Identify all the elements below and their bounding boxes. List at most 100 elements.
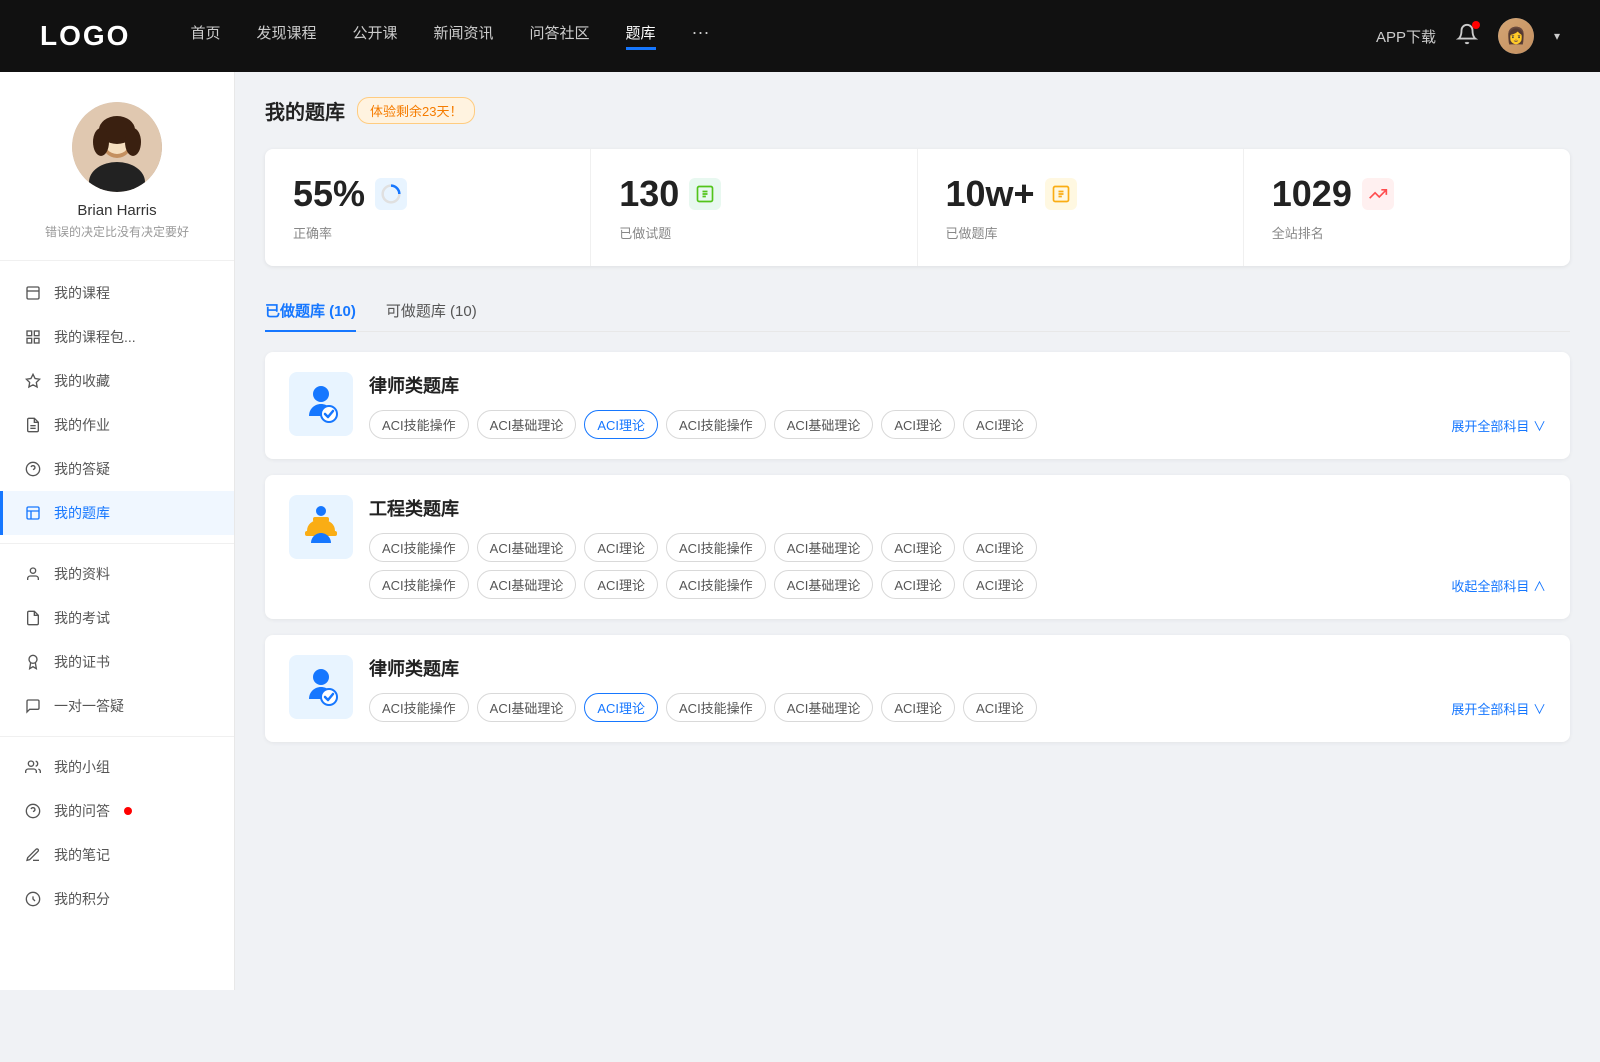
page-title: 我的题库	[265, 96, 345, 125]
stat-done-questions-icon	[689, 178, 721, 210]
qbank-icon	[24, 504, 42, 522]
sidebar-item-my-notes[interactable]: 我的笔记	[0, 833, 234, 877]
my-questions-icon	[24, 802, 42, 820]
certificate-icon	[24, 653, 42, 671]
nav-home[interactable]: 首页	[190, 22, 220, 50]
stat-rank-value: 1029	[1272, 173, 1352, 215]
page-header: 我的题库 体验剩余23天！	[265, 96, 1570, 125]
stat-accuracy-icon	[375, 178, 407, 210]
qbank-info-engineer: 工程类题库 ACI技能操作 ACI基础理论 ACI理论 ACI技能操作 ACI基…	[369, 495, 1546, 599]
favorites-icon	[24, 372, 42, 390]
sidebar-item-my-points[interactable]: 我的积分	[0, 877, 234, 921]
stat-rank-label: 全站排名	[1272, 223, 1542, 242]
sidebar-item-my-questions[interactable]: 我的问答	[0, 789, 234, 833]
tag[interactable]: ACI基础理论	[774, 533, 874, 562]
tab-done[interactable]: 已做题库 (10)	[265, 290, 356, 331]
my-notes-icon	[24, 846, 42, 864]
qbank-engineer-icon	[289, 495, 353, 559]
notification-bell[interactable]	[1456, 23, 1478, 50]
sidebar-item-1v1-qa[interactable]: 一对一答疑	[0, 684, 234, 728]
nav-news[interactable]: 新闻资讯	[434, 22, 494, 50]
tag[interactable]: ACI技能操作	[666, 570, 766, 599]
tag[interactable]: ACI基础理论	[774, 693, 874, 722]
qbank-card-lawyer-1: 律师类题库 ACI技能操作 ACI基础理论 ACI理论 ACI技能操作 ACI基…	[265, 352, 1570, 459]
header-right: APP下载 👩 ▾	[1376, 18, 1560, 54]
main-nav: 首页 发现课程 公开课 新闻资讯 问答社区 题库 ···	[190, 22, 1376, 50]
sidebar-item-my-exam[interactable]: 我的考试	[0, 596, 234, 640]
tag[interactable]: ACI基础理论	[477, 410, 577, 439]
tag[interactable]: ACI理论	[881, 410, 955, 439]
my-qa-icon	[24, 460, 42, 478]
profile-motto: 错误的决定比没有决定要好	[20, 223, 214, 240]
qbank-title-lawyer-1: 律师类题库	[369, 372, 1546, 398]
course-package-icon	[24, 328, 42, 346]
stat-done-banks-icon	[1045, 178, 1077, 210]
tag[interactable]: ACI基础理论	[774, 410, 874, 439]
tag[interactable]: ACI技能操作	[369, 693, 469, 722]
profile-avatar[interactable]	[72, 102, 162, 192]
tag[interactable]: ACI技能操作	[369, 410, 469, 439]
tags-lawyer-2: ACI技能操作 ACI基础理论 ACI理论 ACI技能操作 ACI基础理论 AC…	[369, 693, 1451, 722]
tag[interactable]: ACI技能操作	[666, 693, 766, 722]
trial-badge: 体验剩余23天！	[357, 97, 475, 124]
sidebar-item-favorites[interactable]: 我的收藏	[0, 359, 234, 403]
sidebar-item-my-profile[interactable]: 我的资料	[0, 552, 234, 596]
tag[interactable]: ACI技能操作	[369, 533, 469, 562]
tag[interactable]: ACI技能操作	[666, 410, 766, 439]
sidebar-item-my-group[interactable]: 我的小组	[0, 745, 234, 789]
my-points-icon	[24, 890, 42, 908]
tag[interactable]: ACI理论	[963, 533, 1037, 562]
expand-btn-lawyer-2[interactable]: 展开全部科目 ∨	[1451, 695, 1546, 722]
tab-available[interactable]: 可做题库 (10)	[386, 290, 477, 331]
stats-panel: 55% 正确率 130	[265, 149, 1570, 266]
qbank-card-lawyer-2: 律师类题库 ACI技能操作 ACI基础理论 ACI理论 ACI技能操作 ACI基…	[265, 635, 1570, 742]
qbank-card-engineer: 工程类题库 ACI技能操作 ACI基础理论 ACI理论 ACI技能操作 ACI基…	[265, 475, 1570, 619]
sidebar-item-course-package[interactable]: 我的课程包...	[0, 315, 234, 359]
logo: LOGO	[40, 20, 130, 52]
tag[interactable]: ACI理论	[963, 410, 1037, 439]
main-layout: Brian Harris 错误的决定比没有决定要好 我的课程 我的课程包...	[0, 72, 1600, 990]
tag[interactable]: ACI理论	[584, 533, 658, 562]
sidebar-item-my-qa[interactable]: 我的答疑	[0, 447, 234, 491]
user-avatar[interactable]: 👩	[1498, 18, 1534, 54]
user-menu-chevron[interactable]: ▾	[1554, 29, 1560, 43]
tag[interactable]: ACI技能操作	[369, 570, 469, 599]
stat-rank: 1029 全站排名	[1244, 149, 1570, 266]
qbank-info-lawyer-2: 律师类题库 ACI技能操作 ACI基础理论 ACI理论 ACI技能操作 ACI基…	[369, 655, 1546, 722]
nav-more[interactable]: ···	[692, 22, 710, 50]
expand-btn-lawyer-1[interactable]: 展开全部科目 ∨	[1451, 412, 1546, 439]
nav-open-course[interactable]: 公开课	[352, 22, 397, 50]
homework-icon	[24, 416, 42, 434]
app-download-btn[interactable]: APP下载	[1376, 26, 1436, 47]
tag[interactable]: ACI理论	[963, 693, 1037, 722]
tag[interactable]: ACI技能操作	[666, 533, 766, 562]
tag[interactable]: ACI基础理论	[477, 570, 577, 599]
tag[interactable]: ACI基础理论	[774, 570, 874, 599]
sidebar-item-homework[interactable]: 我的作业	[0, 403, 234, 447]
divider-1	[0, 543, 234, 544]
sidebar-item-my-courses[interactable]: 我的课程	[0, 271, 234, 315]
sidebar-item-qbank[interactable]: 我的题库	[0, 491, 234, 535]
sidebar: Brian Harris 错误的决定比没有决定要好 我的课程 我的课程包...	[0, 72, 235, 990]
tag[interactable]: ACI理论	[881, 533, 955, 562]
tag[interactable]: ACI理论	[584, 410, 658, 439]
sidebar-item-certificate[interactable]: 我的证书	[0, 640, 234, 684]
user-profile: Brian Harris 错误的决定比没有决定要好	[0, 102, 234, 261]
tag[interactable]: ACI理论	[881, 570, 955, 599]
stat-accuracy: 55% 正确率	[265, 149, 591, 266]
nav-qbank[interactable]: 题库	[626, 22, 656, 50]
tag[interactable]: ACI基础理论	[477, 533, 577, 562]
collapse-btn-engineer[interactable]: 收起全部科目 ∧	[1451, 572, 1546, 599]
tag[interactable]: ACI基础理论	[477, 693, 577, 722]
tag[interactable]: ACI理论	[881, 693, 955, 722]
nav-qa[interactable]: 问答社区	[530, 22, 590, 50]
tag[interactable]: ACI理论	[584, 570, 658, 599]
nav-discover[interactable]: 发现课程	[256, 22, 316, 50]
header: LOGO 首页 发现课程 公开课 新闻资讯 问答社区 题库 ··· APP下载 …	[0, 0, 1600, 72]
stat-done-banks-value: 10w+	[946, 173, 1035, 215]
tag[interactable]: ACI理论	[584, 693, 658, 722]
stat-done-banks: 10w+ 已做题库	[918, 149, 1244, 266]
tag[interactable]: ACI理论	[963, 570, 1037, 599]
qbank-lawyer-icon-2	[289, 655, 353, 719]
qbank-title-lawyer-2: 律师类题库	[369, 655, 1546, 681]
